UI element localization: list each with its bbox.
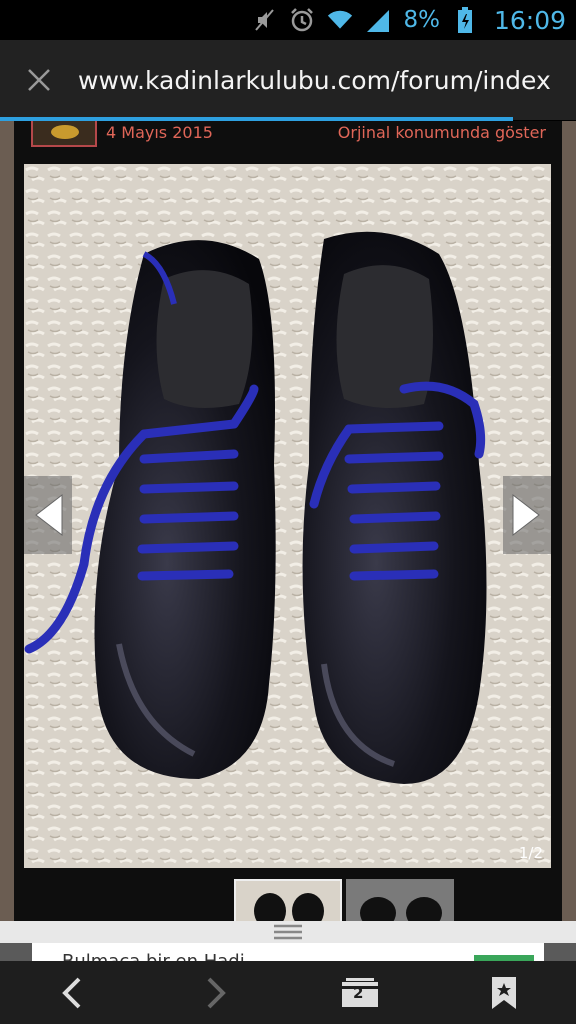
battery-percent: 8% xyxy=(403,7,440,33)
show-original-link[interactable]: Orjinal konumunda göster xyxy=(338,123,546,142)
bookmark-icon xyxy=(492,976,516,1009)
post-date: 4 Mayıs 2015 xyxy=(106,123,213,142)
previous-image-button[interactable] xyxy=(24,476,72,554)
mute-icon xyxy=(251,7,277,33)
next-image-button[interactable] xyxy=(503,476,551,554)
image-counter: 1/2 xyxy=(518,844,543,862)
forward-button[interactable] xyxy=(186,963,246,1023)
thumbnail-2[interactable] xyxy=(346,879,454,921)
shoes-photo xyxy=(24,164,551,868)
thumbnail-strip xyxy=(234,879,454,921)
signal-icon xyxy=(365,7,391,33)
drawer-handle[interactable] xyxy=(0,921,576,943)
url-field[interactable]: www.kadinlarkulubu.com/forum/index xyxy=(78,66,551,95)
ad-banner[interactable]: Bulmaca bir en Hadi... xyxy=(32,943,544,961)
bookmarks-button[interactable] xyxy=(474,963,534,1023)
battery-icon xyxy=(452,7,478,33)
url-bar: www.kadinlarkulubu.com/forum/index xyxy=(0,40,576,120)
viewer-header: 4 Mayıs 2015 Orjinal konumunda göster xyxy=(14,121,562,161)
back-button[interactable] xyxy=(42,963,102,1023)
clock: 16:09 xyxy=(493,5,566,35)
close-icon[interactable] xyxy=(0,40,78,120)
tabs-button[interactable]: 2 xyxy=(330,963,390,1023)
status-bar: 8% 16:09 xyxy=(0,0,576,40)
arrow-right-icon xyxy=(512,493,540,537)
tab-count: 2 xyxy=(353,983,364,1002)
forward-icon xyxy=(207,977,226,1008)
main-photo[interactable]: 1/2 xyxy=(24,164,551,868)
photo-viewer: 4 Mayıs 2015 Orjinal konumunda göster 1/… xyxy=(14,121,562,921)
browser-toolbar: 2 xyxy=(0,961,576,1024)
page-edge-right xyxy=(562,121,576,921)
back-icon xyxy=(62,977,81,1008)
wifi-icon xyxy=(327,7,353,33)
page-edge-left xyxy=(0,121,14,921)
arrow-left-icon xyxy=(35,493,63,537)
author-avatar[interactable] xyxy=(31,121,97,147)
ad-text: Bulmaca bir en Hadi... xyxy=(62,951,262,961)
thumbnail-1[interactable] xyxy=(234,879,342,921)
menu-handle-icon xyxy=(274,924,302,940)
alarm-icon xyxy=(289,7,315,33)
